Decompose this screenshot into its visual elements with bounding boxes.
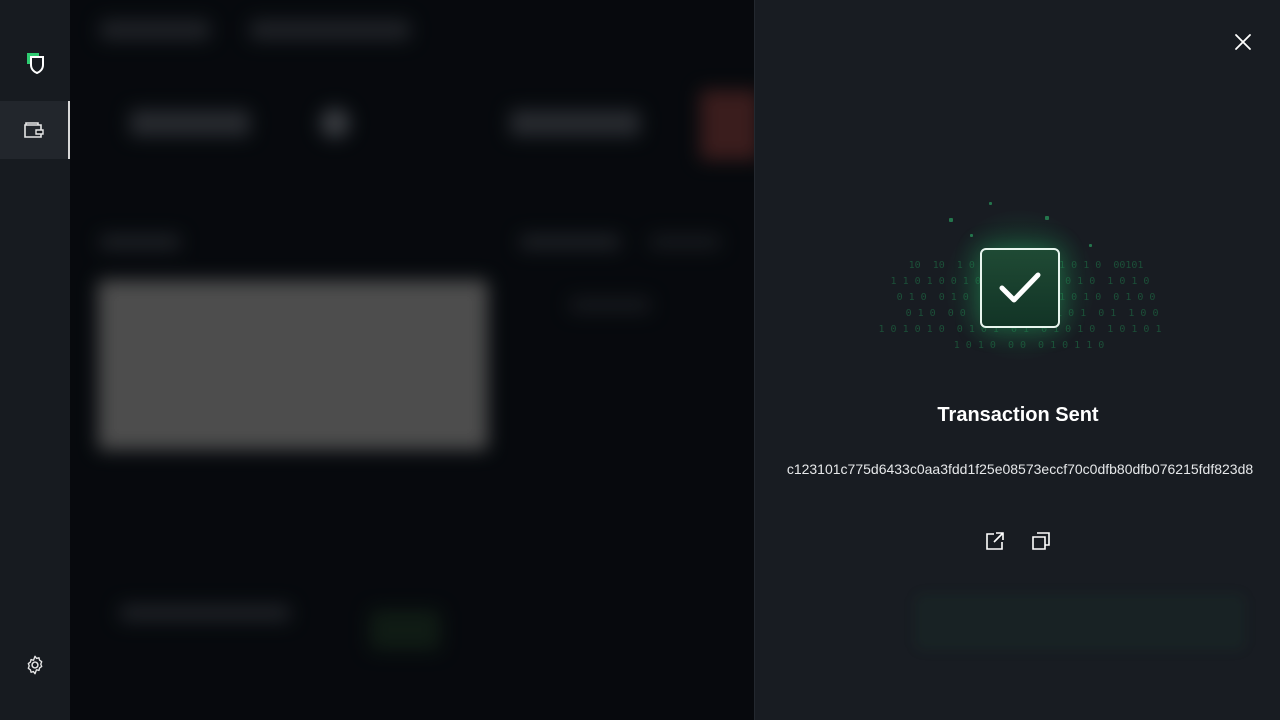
bottom-blur xyxy=(915,594,1245,650)
shield-logo-icon xyxy=(27,53,44,75)
transaction-hash: c123101c775d6433c0aa3fdd1f25e08573eccf70… xyxy=(786,461,1254,477)
app-logo[interactable] xyxy=(0,34,70,92)
hash-actions xyxy=(755,528,1280,554)
sparkle-dot xyxy=(989,202,992,205)
gear-icon xyxy=(27,655,43,675)
sidebar-item-settings[interactable] xyxy=(0,636,70,694)
sparkle-dot xyxy=(1089,244,1092,247)
overlay-dim xyxy=(70,0,754,720)
close-icon xyxy=(1235,34,1251,50)
open-explorer-button[interactable] xyxy=(984,528,1006,554)
status-title: Transaction Sent xyxy=(937,404,1099,426)
left-rail xyxy=(0,0,70,720)
transaction-drawer: 10 10 1 0 1 1 0 0 1 1 0 1 0 00101 1 1 0 … xyxy=(754,0,1280,720)
success-check-badge xyxy=(980,248,1060,328)
check-icon xyxy=(999,272,1041,303)
external-link-icon xyxy=(986,532,1004,550)
close-button[interactable] xyxy=(1229,28,1257,56)
copy-icon xyxy=(1032,532,1050,550)
sparkle-dot xyxy=(970,234,973,237)
sidebar-item-wallet[interactable] xyxy=(0,101,70,159)
wallet-icon xyxy=(24,122,44,138)
copy-hash-button[interactable] xyxy=(1030,528,1052,554)
sparkle-dot xyxy=(949,218,953,222)
background-app-blurred xyxy=(70,0,754,720)
success-illustration: 10 10 1 0 1 1 0 0 1 1 0 1 0 00101 1 1 0 … xyxy=(875,180,1165,380)
sparkle-dot xyxy=(1045,216,1049,220)
